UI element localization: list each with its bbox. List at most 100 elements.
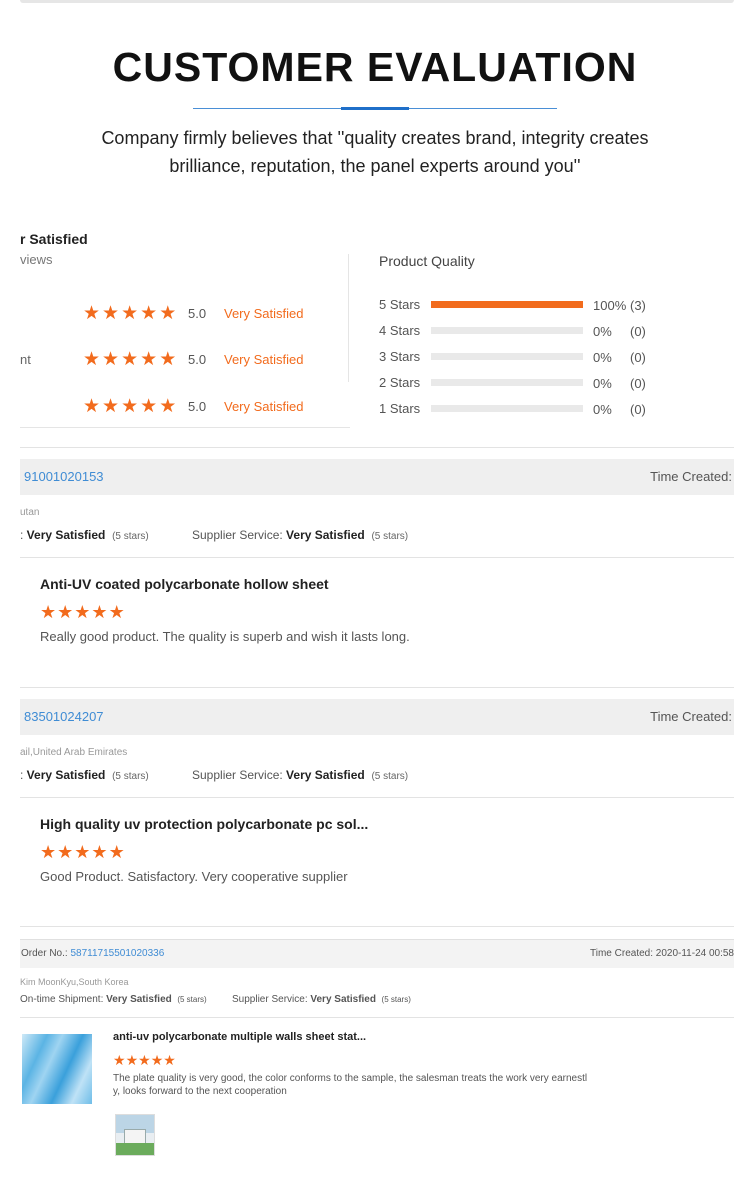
product-name-link[interactable]: High quality uv protection polycarbonate… xyxy=(40,816,368,832)
order-label-text: Order No.: xyxy=(21,948,71,959)
star-icon: ★ xyxy=(140,349,158,370)
pq-row-label: 5 Stars xyxy=(379,297,421,312)
star-icon: ★ xyxy=(40,602,57,622)
section-divider xyxy=(20,557,734,558)
metric-value: Very Satisfied xyxy=(26,528,106,542)
pq-row-count: (3) xyxy=(630,298,646,313)
order-bar: 83501024207 Time Created: xyxy=(20,699,734,735)
review-rating: ★★★★★ xyxy=(40,603,125,621)
pq-row-percent: 0% xyxy=(593,324,612,339)
order-bar: Order No.: 58711715501020336 Time Create… xyxy=(20,939,734,968)
star-icon: ★ xyxy=(121,396,139,417)
title-underline-accent xyxy=(341,107,409,110)
pq-row-count: (0) xyxy=(630,324,646,339)
metric-stars: (5 stars) xyxy=(112,771,149,782)
page-title: CUSTOMER EVALUATION xyxy=(112,44,638,90)
summary-row-text: Very Satisfied xyxy=(224,399,304,414)
order-number-link[interactable]: 83501024207 xyxy=(24,709,104,724)
time-created: Time Created: 2020-11-24 00:58 xyxy=(590,948,734,959)
order-number-link[interactable]: 91001020153 xyxy=(24,469,104,484)
product-quality-title: Product Quality xyxy=(379,253,475,269)
review-comment-line: y, looks forward to the next cooperation xyxy=(113,1086,287,1097)
pq-bar xyxy=(431,327,583,334)
page-subtitle: Company firmly believes that ''quality c… xyxy=(60,124,690,180)
pq-row-count: (0) xyxy=(630,350,646,365)
product-name-link[interactable]: Anti-UV coated polycarbonate hollow shee… xyxy=(40,576,329,592)
pq-row-count: (0) xyxy=(630,402,646,417)
section-divider xyxy=(20,797,734,798)
metric-stars: (5 stars) xyxy=(371,531,409,542)
star-icon: ★ xyxy=(83,349,101,370)
star-icon: ★ xyxy=(102,349,120,370)
star-icon: ★ xyxy=(74,602,91,622)
pq-bar xyxy=(431,405,583,412)
section-divider xyxy=(20,926,734,927)
time-created: Time Created: xyxy=(650,469,732,484)
star-icon: ★ xyxy=(140,396,158,417)
review-metrics-supplier: Supplier Service: Very Satisfied (5 star… xyxy=(192,528,408,542)
pq-row-label: 2 Stars xyxy=(379,375,421,390)
order-number-link[interactable]: 58711715501020336 xyxy=(70,948,164,959)
summary-row-stars: ★ ★ ★ ★ ★ xyxy=(83,350,176,369)
star-icon: ★ xyxy=(159,349,177,370)
star-icon: ★ xyxy=(121,349,139,370)
star-icon: ★ xyxy=(159,303,177,324)
review-metrics-supplier: Supplier Service: Very Satisfied (5 star… xyxy=(232,994,411,1005)
pq-bar-fill xyxy=(431,301,583,308)
metric-label: : xyxy=(20,768,27,782)
metric-value: Very Satisfied xyxy=(106,994,172,1005)
star-icon: ★ xyxy=(140,303,158,324)
star-icon: ★ xyxy=(159,396,177,417)
summary-title: r Satisfied xyxy=(20,231,88,247)
top-divider xyxy=(20,0,734,3)
product-thumbnail[interactable] xyxy=(22,1034,92,1104)
summary-row-stars: ★ ★ ★ ★ ★ xyxy=(83,397,176,416)
star-icon: ★ xyxy=(138,1052,151,1068)
review-rating: ★★★★★ xyxy=(113,1052,176,1070)
pq-row-percent: 0% xyxy=(593,350,612,365)
metric-stars: (5 stars) xyxy=(177,995,207,1004)
pq-row-percent: 100% xyxy=(593,298,627,313)
star-icon: ★ xyxy=(125,1052,139,1068)
review-metrics: On-time Shipment: Very Satisfied (5 star… xyxy=(20,994,207,1005)
star-icon: ★ xyxy=(91,842,108,862)
metric-label: : xyxy=(20,528,27,542)
section-divider xyxy=(20,447,734,448)
star-icon: ★ xyxy=(113,1052,126,1068)
metric-label: On-time Shipment: xyxy=(20,994,107,1005)
metric-stars: (5 stars) xyxy=(371,771,409,782)
summary-row-score: 5.0 xyxy=(188,306,207,321)
review-comment: Good Product. Satisfactory. Very coopera… xyxy=(40,869,348,884)
metric-value: Very Satisfied xyxy=(310,994,376,1005)
pq-bar xyxy=(431,301,583,308)
star-icon: ★ xyxy=(102,396,120,417)
metric-value: Very Satisfied xyxy=(286,528,365,542)
pq-row-percent: 0% xyxy=(593,376,612,391)
pq-row-label: 3 Stars xyxy=(379,349,421,364)
star-icon: ★ xyxy=(102,303,120,324)
metric-stars: (5 stars) xyxy=(112,531,149,542)
order-label: Order No.: 58711715501020336 xyxy=(21,948,164,959)
review-comment: The plate quality is very good, the colo… xyxy=(113,1072,587,1098)
time-created: Time Created: xyxy=(650,709,732,724)
review-photo-thumbnail[interactable] xyxy=(115,1114,155,1156)
star-icon: ★ xyxy=(57,602,74,622)
summary-row-text: Very Satisfied xyxy=(224,352,304,367)
review-metrics-supplier: Supplier Service: Very Satisfied (5 star… xyxy=(192,768,408,782)
star-icon: ★ xyxy=(83,396,101,417)
review-metrics: : Very Satisfied (5 stars) xyxy=(20,768,149,782)
subtitle-line-1: Company firmly believes that ''quality c… xyxy=(101,128,649,148)
review-rating: ★★★★★ xyxy=(40,843,125,861)
summary-row-stars: ★ ★ ★ ★ ★ xyxy=(83,304,176,323)
buyer-info: ail,United Arab Emirates xyxy=(20,747,128,758)
product-name-link[interactable]: anti-uv polycarbonate multiple walls she… xyxy=(113,1031,366,1043)
review-metrics: : Very Satisfied (5 stars) xyxy=(20,528,149,542)
summary-bottom-divider xyxy=(20,427,350,428)
star-icon: ★ xyxy=(40,842,57,862)
metric-label: Supplier Service: xyxy=(232,994,311,1005)
summary-row-text: Very Satisfied xyxy=(224,306,304,321)
review-comment: Really good product. The quality is supe… xyxy=(40,629,410,644)
pq-bar xyxy=(431,379,583,386)
metric-stars: (5 stars) xyxy=(381,995,411,1004)
order-bar: 91001020153 Time Created: xyxy=(20,459,734,495)
